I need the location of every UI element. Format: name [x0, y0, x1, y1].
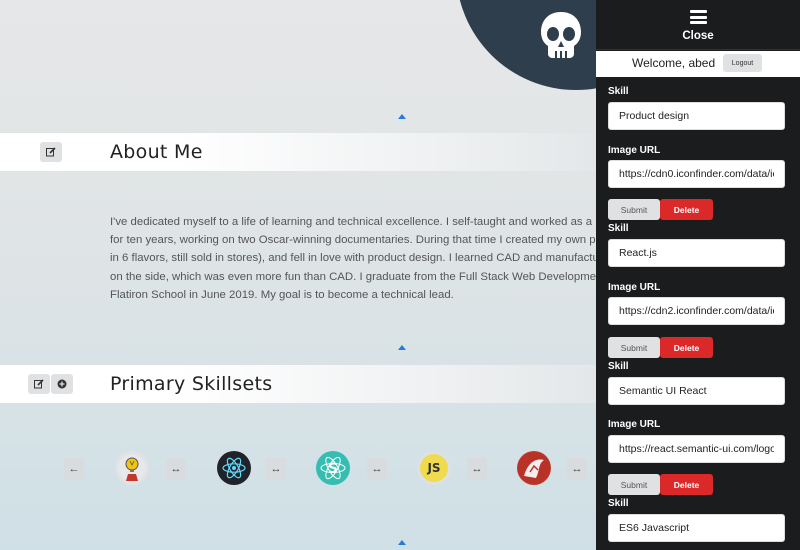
about-title: About Me: [110, 141, 203, 163]
edit-icon: [46, 147, 56, 157]
about-text: I've dedicated myself to a life of learn…: [110, 216, 596, 301]
image-url-input[interactable]: [608, 297, 785, 325]
edit-icon: [34, 379, 44, 389]
welcome-bar: Welcome, abed Logout: [596, 51, 800, 77]
swap-button[interactable]: ↔: [367, 458, 387, 480]
skill-input[interactable]: [608, 377, 785, 405]
submit-button[interactable]: Submit: [608, 337, 660, 358]
skill-label: Skill: [608, 86, 629, 97]
edit-about-button[interactable]: [40, 142, 62, 162]
submit-button[interactable]: Submit: [608, 199, 660, 220]
image-url-input[interactable]: [608, 160, 785, 188]
skillsets-header: Primary Skillsets: [0, 365, 596, 403]
image-url-label: Image URL: [608, 145, 661, 156]
move-left-button[interactable]: ←: [64, 458, 84, 480]
skill-input[interactable]: [608, 514, 785, 542]
skillsets-title: Primary Skillsets: [110, 373, 273, 395]
swap-button[interactable]: ↔: [166, 458, 186, 480]
scroll-up-icon[interactable]: [398, 345, 406, 350]
semantic-ui-icon: S: [316, 451, 350, 485]
skill-input[interactable]: [608, 239, 785, 267]
image-url-input[interactable]: [608, 435, 785, 463]
swap-button[interactable]: ↔: [266, 458, 286, 480]
skill-label: Skill: [608, 361, 629, 372]
react-icon: [217, 451, 251, 485]
hamburger-icon: [690, 10, 707, 24]
swap-button[interactable]: ↔: [567, 458, 587, 480]
welcome-text: Welcome, abed: [632, 56, 716, 70]
lightbulb-person-icon: [115, 451, 149, 485]
logout-button[interactable]: Logout: [723, 54, 762, 72]
delete-button[interactable]: Delete: [660, 474, 713, 495]
skill-carousel: ← ↔ ↔ S ↔ JS ↔ ↔: [0, 450, 596, 490]
about-header: About Me: [0, 133, 596, 171]
svg-text:S: S: [328, 461, 338, 477]
close-menu-button[interactable]: Close: [596, 0, 800, 50]
javascript-icon: JS: [417, 451, 451, 485]
delete-button[interactable]: Delete: [660, 199, 713, 220]
close-label: Close: [682, 30, 714, 42]
skill-label: Skill: [608, 498, 629, 509]
es6-icon: [517, 451, 551, 485]
skill-label: Skill: [608, 223, 629, 234]
swap-button[interactable]: ↔: [467, 458, 487, 480]
admin-sidebar: Close Welcome, abed Logout Skill Image U…: [596, 0, 800, 550]
skill-input[interactable]: [608, 102, 785, 130]
skull-icon: [541, 12, 581, 58]
delete-button[interactable]: Delete: [660, 337, 713, 358]
scroll-up-icon[interactable]: [398, 114, 406, 119]
image-url-label: Image URL: [608, 282, 661, 293]
scroll-up-icon[interactable]: [398, 540, 406, 545]
add-skill-button[interactable]: [51, 374, 73, 394]
plus-circle-icon: [57, 379, 67, 389]
submit-button[interactable]: Submit: [608, 474, 660, 495]
image-url-label: Image URL: [608, 419, 661, 430]
edit-skillsets-button[interactable]: [28, 374, 50, 394]
